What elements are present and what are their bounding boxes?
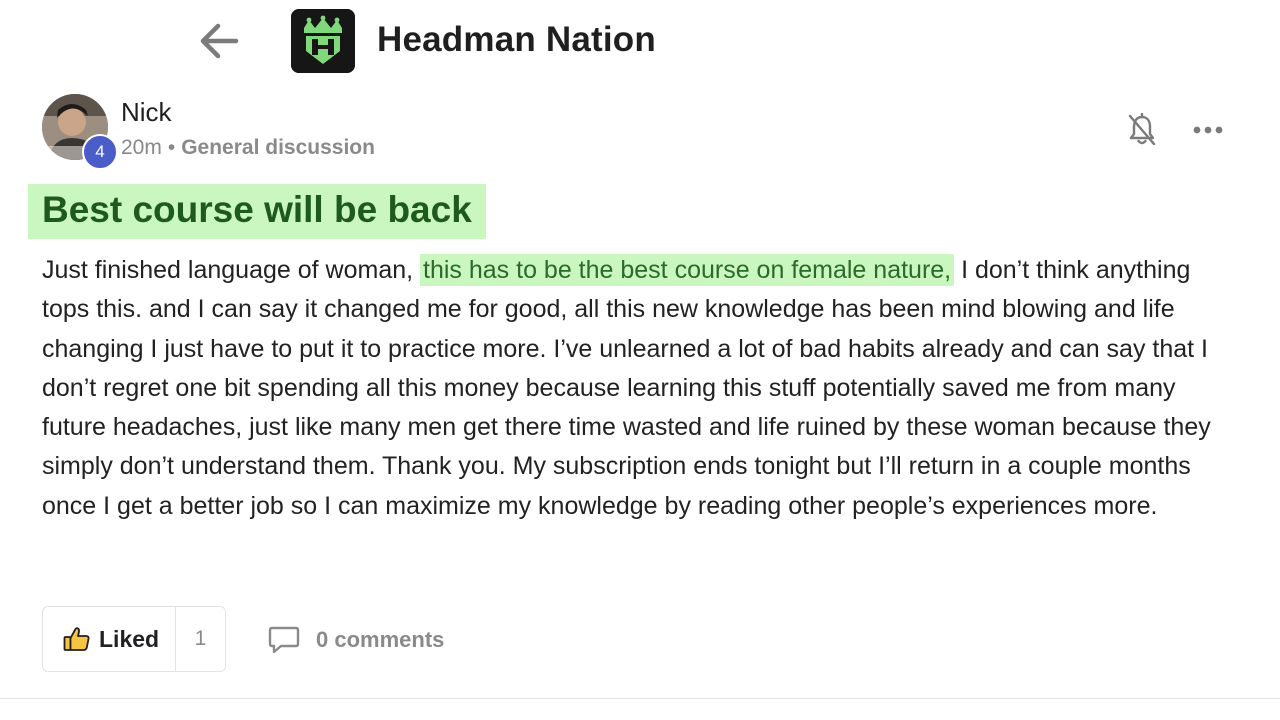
post-author-row: 4 Nick 20m • General discussion — [0, 90, 1280, 170]
post-actions: Liked 1 0 comments — [0, 606, 1280, 676]
headman-crown-shield-logo — [291, 9, 355, 73]
post-category[interactable]: General discussion — [181, 136, 375, 159]
like-button[interactable]: Liked — [43, 607, 176, 671]
level-badge: 4 — [82, 134, 118, 170]
post-body-highlight: this has to be the best course on female… — [420, 254, 955, 286]
top-bar: Headman Nation — [0, 0, 1280, 82]
post-body-text-start: Just finished language of woman, — [42, 256, 421, 284]
arrow-left-icon — [200, 23, 239, 59]
like-control: Liked 1 — [42, 606, 226, 672]
comment-bubble-icon — [268, 626, 300, 654]
back-button[interactable] — [192, 16, 244, 66]
post-title: Best course will be back — [28, 184, 486, 239]
author-name[interactable]: Nick — [121, 96, 172, 128]
post-body: Just finished language of woman, this ha… — [42, 251, 1242, 526]
like-label: Liked — [99, 625, 160, 652]
bell-off-icon — [1128, 113, 1156, 146]
meta-separator: • — [167, 136, 176, 159]
more-horizontal-icon — [1193, 126, 1223, 134]
comments-count-label: 0 comments — [316, 627, 445, 652]
like-count[interactable]: 1 — [176, 627, 225, 651]
thumbs-up-icon — [63, 627, 90, 651]
post-meta: 20m • General discussion — [121, 134, 375, 162]
more-options-button[interactable] — [1186, 110, 1230, 150]
group-name[interactable]: Headman Nation — [377, 18, 656, 62]
post-time: 20m — [121, 136, 162, 159]
comments-button[interactable]: 0 comments — [268, 620, 444, 660]
post-body-text-end: I don’t think anything tops this. and I … — [42, 256, 1211, 520]
group-logo[interactable] — [291, 9, 355, 73]
divider — [0, 698, 1280, 699]
notifications-toggle[interactable] — [1122, 110, 1162, 150]
